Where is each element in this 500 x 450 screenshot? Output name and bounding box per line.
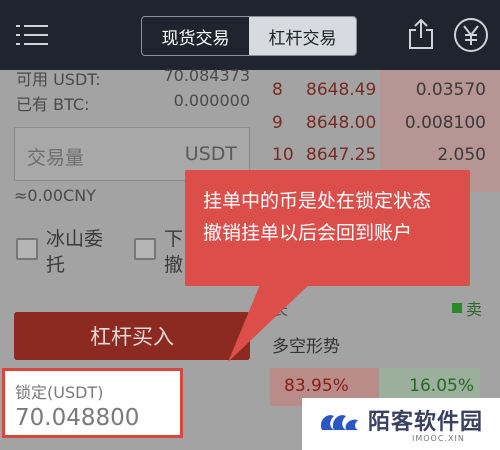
watermark: 陌客软件园 IMOOC.XIN <box>302 398 500 450</box>
watermark-title: 陌客软件园 <box>368 410 484 435</box>
callout-line-2: 撤销挂单以后会回到账户 <box>203 222 413 244</box>
annotation-callout: 挂单中的币是处在锁定状态 撤销挂单以后会回到账户 <box>185 170 470 286</box>
watermark-logo-icon <box>320 415 358 430</box>
callout-line-1: 挂单中的币是处在锁定状态 <box>203 190 432 212</box>
watermark-subtitle: IMOOC.XIN <box>412 434 465 443</box>
